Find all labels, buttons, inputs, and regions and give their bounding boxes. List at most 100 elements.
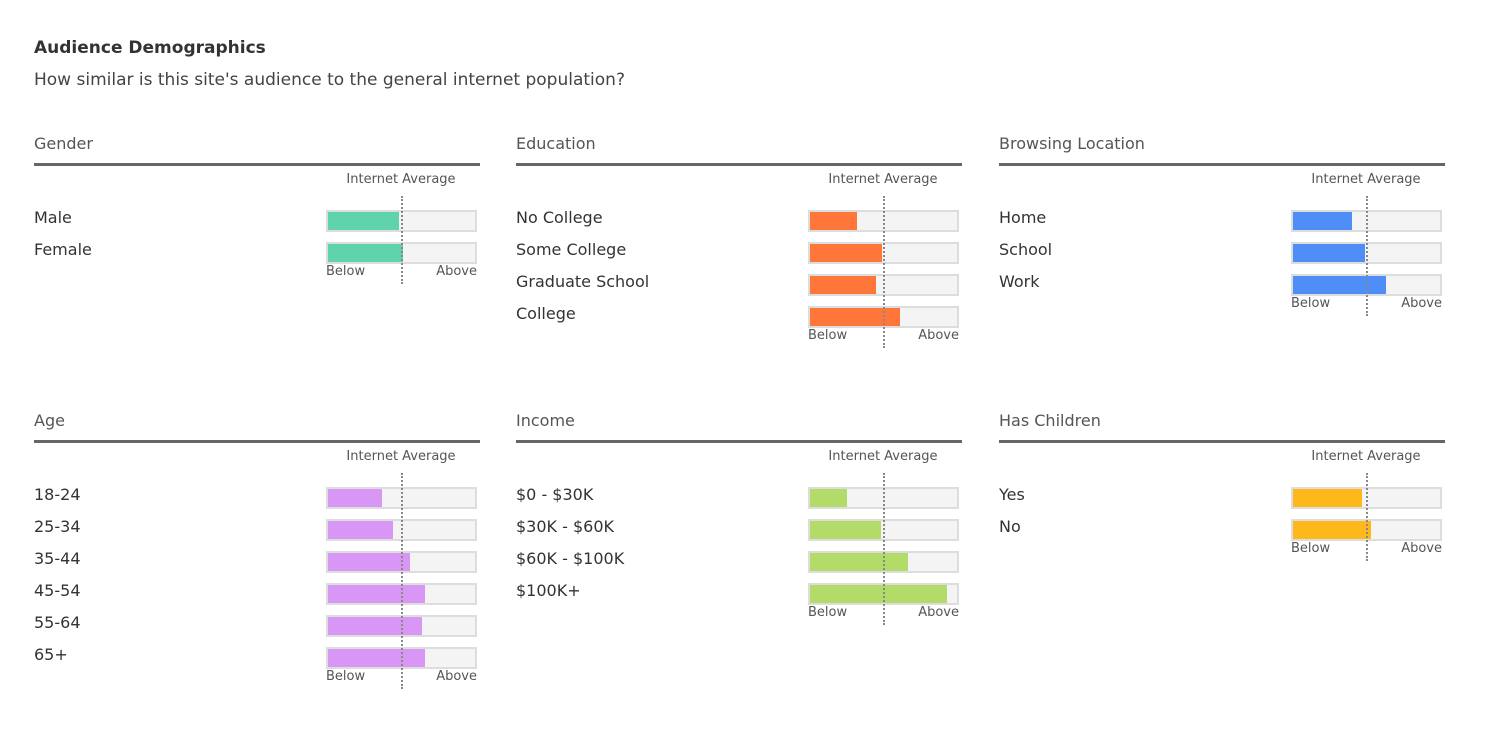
bar-row: $100K+ — [516, 577, 962, 609]
panel-title: Gender — [34, 134, 93, 153]
bar-row: 65+ — [34, 641, 480, 673]
bar-fill — [1293, 212, 1352, 230]
scale-labels: Below Above — [516, 328, 962, 350]
below-label: Below — [326, 264, 366, 279]
category-label: $60K - $100K — [516, 549, 625, 568]
internet-average-line — [400, 473, 403, 689]
internet-average-label: Internet Average — [1311, 172, 1421, 187]
category-label: No — [999, 517, 1021, 536]
bar-row: No — [999, 513, 1445, 545]
bar-rows: $0 - $30K $30K - $60K $60K - $100K $100K+ Be… — [516, 481, 962, 627]
bar-row: $30K - $60K — [516, 513, 962, 545]
panel-divider — [516, 163, 962, 166]
above-label: Above — [918, 605, 959, 620]
bar-row: $0 - $30K — [516, 481, 962, 513]
bar-rows: Home School Work Below Above — [999, 204, 1445, 318]
internet-average-label: Internet Average — [346, 172, 456, 187]
panel-income: Income Internet Average $0 - $30K $30K - $6… — [516, 409, 962, 625]
audience-demographics-page: Audience Demographics How similar is thi… — [0, 0, 1489, 733]
bar-fill — [1293, 489, 1363, 507]
bar-rows: Male Female Below Above — [34, 204, 480, 286]
bar-row: $60K - $100K — [516, 545, 962, 577]
above-label: Above — [1401, 296, 1442, 311]
bar-row: 18-24 — [34, 481, 480, 513]
bar-fill — [810, 244, 883, 262]
category-label: 35-44 — [34, 549, 81, 568]
bar-row: College — [516, 300, 962, 332]
category-label: Male — [34, 208, 72, 227]
category-label: Some College — [516, 240, 627, 259]
bar-fill — [328, 553, 411, 571]
below-label: Below — [808, 328, 848, 343]
bar-row: Some College — [516, 236, 962, 268]
below-label: Below — [1291, 541, 1331, 556]
bar-row: 55-64 — [34, 609, 480, 641]
internet-average-line — [1365, 473, 1368, 561]
panel-title: Education — [516, 134, 596, 153]
panel-divider — [999, 440, 1445, 443]
category-label: 25-34 — [34, 517, 81, 536]
below-label: Below — [326, 669, 366, 684]
category-label: 65+ — [34, 645, 68, 664]
scale-labels: Below Above — [516, 605, 962, 627]
bar-fill — [328, 585, 426, 603]
bar-fill — [328, 649, 426, 667]
category-label: Work — [999, 272, 1040, 291]
bar-fill — [328, 521, 393, 539]
internet-average-line — [1365, 196, 1368, 316]
above-label: Above — [436, 264, 477, 279]
bar-rows: Yes No Below Above — [999, 481, 1445, 563]
category-label: Graduate School — [516, 272, 650, 291]
above-label: Above — [436, 669, 477, 684]
bar-fill — [1293, 521, 1371, 539]
internet-average-label: Internet Average — [346, 449, 456, 464]
internet-average-line — [882, 196, 885, 348]
bar-fill — [810, 585, 947, 603]
bar-row: Graduate School — [516, 268, 962, 300]
category-label: 18-24 — [34, 485, 81, 504]
above-label: Above — [1401, 541, 1442, 556]
category-label: Home — [999, 208, 1047, 227]
bar-rows: No College Some College Graduate School Col… — [516, 204, 962, 350]
page-title: Audience Demographics — [34, 38, 266, 58]
bar-fill — [1293, 276, 1386, 294]
below-label: Below — [808, 605, 848, 620]
panel-divider — [34, 163, 480, 166]
bar-row: School — [999, 236, 1445, 268]
bar-fill — [810, 489, 847, 507]
bar-fill — [328, 244, 403, 262]
scale-labels: Below Above — [34, 264, 480, 286]
bar-row: 45-54 — [34, 577, 480, 609]
internet-average-label: Internet Average — [1311, 449, 1421, 464]
page-subtitle: How similar is this site's audience to t… — [34, 70, 625, 90]
panel-has-children: Has Children Internet Average Yes No Below Ab… — [999, 409, 1445, 561]
category-label: $100K+ — [516, 581, 581, 600]
category-label: 55-64 — [34, 613, 81, 632]
panel-title: Browsing Location — [999, 134, 1145, 153]
category-label: No College — [516, 208, 603, 227]
bar-fill — [328, 489, 383, 507]
panel-title: Income — [516, 411, 575, 430]
bar-row: Work — [999, 268, 1445, 300]
bar-row: 35-44 — [34, 545, 480, 577]
panel-divider — [999, 163, 1445, 166]
internet-average-line — [400, 196, 403, 284]
bar-row: No College — [516, 204, 962, 236]
internet-average-label: Internet Average — [828, 449, 938, 464]
category-label: Yes — [999, 485, 1025, 504]
bar-fill — [810, 276, 877, 294]
category-label: $30K - $60K — [516, 517, 615, 536]
bar-row: Male — [34, 204, 480, 236]
bar-fill — [328, 617, 423, 635]
bar-row: Home — [999, 204, 1445, 236]
category-label: 45-54 — [34, 581, 81, 600]
panel-divider — [34, 440, 480, 443]
bar-fill — [810, 521, 881, 539]
panel-age: Age Internet Average 18-24 25-34 35-44 45-54 5… — [34, 409, 480, 689]
bar-row: 25-34 — [34, 513, 480, 545]
bar-fill — [1293, 244, 1366, 262]
panel-education: Education Internet Average No College Some … — [516, 132, 962, 348]
scale-labels: Below Above — [999, 541, 1445, 563]
bar-fill — [810, 212, 858, 230]
bar-row: Yes — [999, 481, 1445, 513]
